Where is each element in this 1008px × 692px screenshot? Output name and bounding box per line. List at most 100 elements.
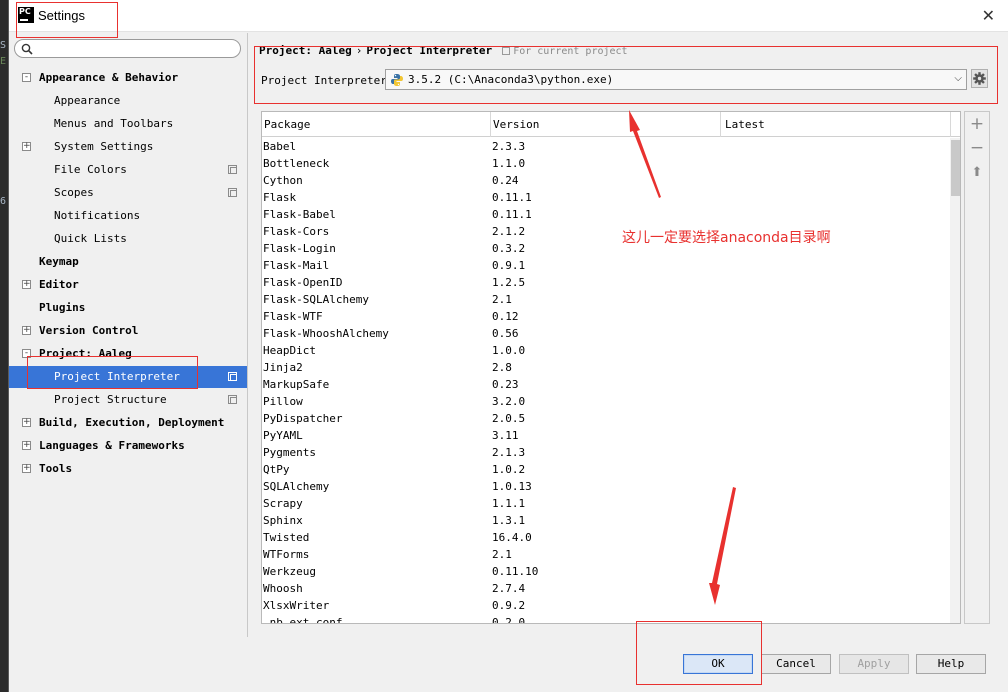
collapse-icon[interactable]: - bbox=[22, 73, 31, 82]
column-header-version[interactable]: Version bbox=[491, 112, 721, 137]
table-row[interactable]: Flask 0.11.1 bbox=[262, 189, 950, 206]
table-row[interactable]: Jinja2 2.8 bbox=[262, 359, 950, 376]
version-cell: 2.3.3 bbox=[492, 140, 526, 153]
table-scrollbar[interactable] bbox=[950, 138, 960, 623]
sidebar-item[interactable]: Project Interpreter bbox=[9, 366, 247, 388]
package-name-cell: Jinja2 bbox=[263, 361, 303, 374]
table-row[interactable]: Flask-Mail 0.9.1 bbox=[262, 257, 950, 274]
pycharm-logo-icon: PC bbox=[18, 7, 34, 23]
table-row[interactable]: Flask-WTF 0.12 bbox=[262, 308, 950, 325]
version-cell: 1.0.0 bbox=[492, 344, 526, 357]
expand-icon[interactable]: + bbox=[22, 418, 31, 427]
table-row[interactable]: Sphinx 1.3.1 bbox=[262, 512, 950, 529]
version-cell: 0.2.0 bbox=[492, 616, 526, 624]
sidebar-item[interactable]: + Tools bbox=[9, 458, 247, 480]
expand-icon[interactable]: + bbox=[22, 464, 31, 473]
sidebar-item[interactable]: Scopes bbox=[9, 182, 247, 204]
sidebar-item[interactable]: Appearance bbox=[9, 90, 247, 112]
expand-icon[interactable]: + bbox=[22, 142, 31, 151]
package-name-cell: QtPy bbox=[263, 463, 290, 476]
package-name-cell: Bottleneck bbox=[263, 157, 330, 170]
sidebar-item[interactable]: + Build, Execution, Deployment bbox=[9, 412, 247, 434]
table-row[interactable]: Werkzeug 0.11.10 bbox=[262, 563, 950, 580]
interpreter-settings-button[interactable] bbox=[971, 69, 988, 88]
table-body: Babel 2.3.3 Bottleneck 1.1.0 Cython 0.24 Flask… bbox=[262, 138, 950, 624]
sidebar-item[interactable]: Plugins bbox=[9, 297, 247, 319]
table-row[interactable]: _nb_ext_conf 0.2.0 bbox=[262, 614, 950, 624]
version-cell: 3.11 bbox=[492, 429, 519, 442]
table-row[interactable]: Pygments 2.1.3 bbox=[262, 444, 950, 461]
sidebar-item-label: Project Interpreter bbox=[54, 370, 180, 383]
search-input[interactable] bbox=[14, 39, 241, 58]
package-toolbar: + − ⬆ bbox=[964, 111, 990, 624]
help-button[interactable]: Help bbox=[916, 654, 986, 674]
table-row[interactable]: PyYAML 3.11 bbox=[262, 427, 950, 444]
table-row[interactable]: Flask-SQLAlchemy 2.1 bbox=[262, 291, 950, 308]
project-scope-icon bbox=[228, 165, 237, 174]
table-row[interactable]: Flask-OpenID 1.2.5 bbox=[262, 274, 950, 291]
table-row[interactable]: Babel 2.3.3 bbox=[262, 138, 950, 155]
package-name-cell: Pillow bbox=[263, 395, 303, 408]
column-header-package[interactable]: Package bbox=[262, 112, 491, 137]
sidebar-item-label: Project Structure bbox=[54, 393, 167, 406]
close-icon[interactable]: ✕ bbox=[982, 6, 995, 25]
table-row[interactable]: XlsxWriter 0.9.2 bbox=[262, 597, 950, 614]
expand-icon[interactable]: + bbox=[22, 280, 31, 289]
sidebar-item[interactable]: + Languages & Frameworks bbox=[9, 435, 247, 457]
breadcrumb-page: Project Interpreter bbox=[366, 44, 493, 57]
add-package-button[interactable]: + bbox=[969, 116, 985, 133]
table-row[interactable]: MarkupSafe 0.23 bbox=[262, 376, 950, 393]
apply-button[interactable]: Apply bbox=[839, 654, 909, 674]
scrollbar-thumb[interactable] bbox=[951, 140, 960, 196]
package-name-cell: Flask-WTF bbox=[263, 310, 323, 323]
table-row[interactable]: Twisted 16.4.0 bbox=[262, 529, 950, 546]
table-row[interactable]: PyDispatcher 2.0.5 bbox=[262, 410, 950, 427]
sidebar-item[interactable]: - Appearance & Behavior bbox=[9, 67, 247, 89]
sidebar-item[interactable]: Keymap bbox=[9, 251, 247, 273]
expand-icon[interactable]: + bbox=[22, 326, 31, 335]
table-row[interactable]: Whoosh 2.7.4 bbox=[262, 580, 950, 597]
table-row[interactable]: SQLAlchemy 1.0.13 bbox=[262, 478, 950, 495]
sidebar-item[interactable]: Notifications bbox=[9, 205, 247, 227]
table-row[interactable]: Bottleneck 1.1.0 bbox=[262, 155, 950, 172]
sidebar-item[interactable]: + Version Control bbox=[9, 320, 247, 342]
chevron-down-icon[interactable]: ⌵ bbox=[954, 73, 962, 84]
sidebar-item-label: Languages & Frameworks bbox=[39, 439, 185, 452]
version-cell: 0.56 bbox=[492, 327, 519, 340]
sidebar-item[interactable]: + Editor bbox=[9, 274, 247, 296]
upgrade-package-button[interactable]: ⬆ bbox=[969, 165, 985, 181]
cancel-button[interactable]: Cancel bbox=[761, 654, 831, 674]
copy-icon bbox=[502, 47, 511, 55]
sidebar-item[interactable]: - Project: Aaleg bbox=[9, 343, 247, 365]
package-name-cell: Babel bbox=[263, 140, 297, 153]
ok-button[interactable]: OK bbox=[683, 654, 753, 674]
table-row[interactable]: WTForms 2.1 bbox=[262, 546, 950, 563]
column-header-latest[interactable]: Latest bbox=[721, 112, 951, 137]
expand-icon[interactable]: + bbox=[22, 441, 31, 450]
sidebar-item[interactable]: Menus and Toolbars bbox=[9, 113, 247, 135]
interpreter-select[interactable]: 3.5.2 (C:\Anaconda3\python.exe) ⌵ bbox=[385, 69, 967, 90]
table-row[interactable]: Flask-Cors 2.1.2 bbox=[262, 223, 950, 240]
sidebar-item-label: Tools bbox=[39, 462, 73, 475]
version-cell: 1.0.2 bbox=[492, 463, 526, 476]
version-cell: 0.12 bbox=[492, 310, 519, 323]
table-row[interactable]: HeapDict 1.0.0 bbox=[262, 342, 950, 359]
table-row[interactable]: QtPy 1.0.2 bbox=[262, 461, 950, 478]
package-name-cell: Twisted bbox=[263, 531, 310, 544]
sidebar-item-label: Keymap bbox=[39, 255, 79, 268]
remove-package-button[interactable]: − bbox=[969, 140, 985, 157]
table-row[interactable]: Flask-Login 0.3.2 bbox=[262, 240, 950, 257]
sidebar-item[interactable]: Project Structure bbox=[9, 389, 247, 411]
table-row[interactable]: Pillow 3.2.0 bbox=[262, 393, 950, 410]
sidebar-item[interactable]: File Colors bbox=[9, 159, 247, 181]
table-row[interactable]: Flask-WhooshAlchemy 0.56 bbox=[262, 325, 950, 342]
search-icon bbox=[21, 43, 33, 55]
table-row[interactable]: Scrapy 1.1.1 bbox=[262, 495, 950, 512]
sidebar-item[interactable]: Quick Lists bbox=[9, 228, 247, 250]
table-row[interactable]: Flask-Babel 0.11.1 bbox=[262, 206, 950, 223]
collapse-icon[interactable]: - bbox=[22, 349, 31, 358]
package-name-cell: Pygments bbox=[263, 446, 316, 459]
sidebar-item[interactable]: + System Settings bbox=[9, 136, 247, 158]
table-row[interactable]: Cython 0.24 bbox=[262, 172, 950, 189]
title-bar[interactable]: PC Settings ✕ bbox=[9, 0, 1008, 32]
